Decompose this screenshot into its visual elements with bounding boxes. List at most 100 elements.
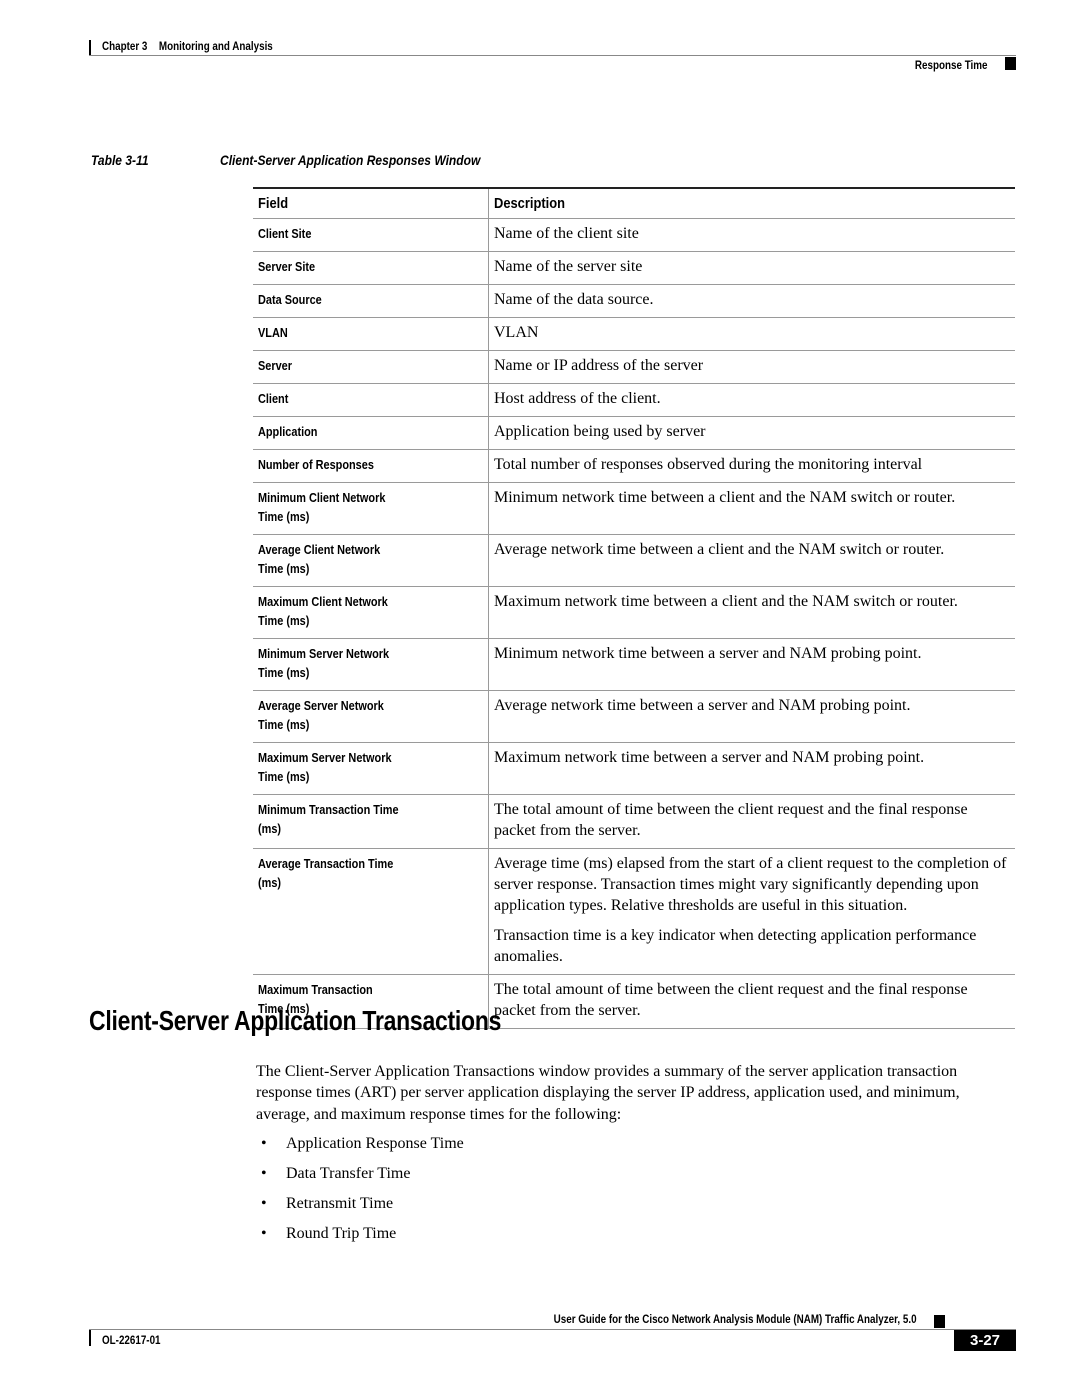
field-name: Minimum Client Network Time (ms) [258,490,386,524]
column-header-description: Description [488,187,1015,219]
bullet-text: Round Trip Time [286,1225,397,1242]
table-caption: Table 3-11 Client-Server Application Resp… [91,152,480,168]
description-text: Average network time between a server an… [494,697,911,714]
table-body: Client Site Name of the client site Server… [253,218,1015,1029]
field-name: Application [258,424,318,439]
description-text: Application being used by server [494,423,706,440]
description-cell: Average network time between a server an… [488,690,1015,743]
description-text: Average network time between a client an… [494,541,945,558]
field-name: Maximum Server Network Time (ms) [258,750,392,784]
description-text: Name or IP address of the server [494,357,704,374]
description-cell: Host address of the client. [488,383,1015,417]
table-row: Client Site Name of the client site [253,218,1015,252]
description-cell: VLAN [488,317,1015,351]
description-text: Name of the server site [494,258,643,275]
description-cell: Average time (ms) elapsed from the start… [488,848,1015,975]
field-cell: Minimum Server Network Time (ms) [253,638,489,691]
running-header-chapter: Chapter 3 Monitoring and Analysis [102,39,273,53]
header-bar-marker [89,40,91,56]
bullet-list: • Application Response Time • Data Transfer… [256,1133,464,1253]
bullet-item: • Data Transfer Time [256,1163,464,1193]
description-text: Name of the data source. [494,291,654,308]
description-cell: Application being used by server [488,416,1015,450]
description-text: VLAN [494,324,539,341]
table-row: Maximum Server Network Time (ms) Maximum … [253,742,1015,795]
description-text: The total amount of time between the cli… [494,981,968,1019]
description-cell: Name of the data source. [488,284,1015,318]
table-row: Server Name or IP address of the server [253,350,1015,384]
table-row: Client Host address of the client. [253,383,1015,417]
bullet-item: • Retransmit Time [256,1193,464,1223]
field-cell: Maximum Server Network Time (ms) [253,742,489,795]
chapter-label: Chapter 3 [102,39,148,53]
field-name: Number of Responses [258,457,374,472]
field-cell: Client Site [253,218,489,252]
fields-table: Field Description Client Site Name of the… [253,187,1015,1029]
footer-rule [89,1329,1016,1330]
running-header-section: Response Time [914,58,987,72]
description-text: Maximum network time between a client an… [494,593,958,610]
description-cell: Minimum network time between a server an… [488,638,1015,691]
field-name: Minimum Server Network Time (ms) [258,646,390,680]
table-row: Average Client Network Time (ms) Average … [253,534,1015,587]
field-cell: Server Site [253,251,489,285]
field-cell: Minimum Transaction Time (ms) [253,794,489,849]
table-header-row: Field Description [253,187,1015,219]
description-cell: Name of the client site [488,218,1015,252]
footer-guide-title: User Guide for the Cisco Network Analysi… [554,1312,917,1326]
description-text: Total number of responses observed durin… [494,456,923,473]
bullet-icon: • [261,1135,267,1152]
header-square-marker [1005,57,1016,70]
table-row: Number of Responses Total number of respo… [253,449,1015,483]
footer-bar-marker [89,1330,91,1346]
field-cell: Minimum Client Network Time (ms) [253,482,489,535]
field-cell: Maximum Client Network Time (ms) [253,586,489,639]
bullet-item: • Round Trip Time [256,1223,464,1253]
field-name: Data Source [258,292,322,307]
field-cell: Server [253,350,489,384]
description-text: Minimum network time between a server an… [494,645,922,662]
table-row: VLAN VLAN [253,317,1015,351]
section-paragraph: The Client-Server Application Transactio… [256,1063,960,1123]
description-text: Average time (ms) elapsed from the start… [494,855,1007,914]
field-name: Server Site [258,259,316,274]
table-row: Minimum Transaction Time (ms) The total a… [253,794,1015,849]
bullet-text: Application Response Time [286,1135,464,1152]
table-row: Average Transaction Time (ms) Average tim… [253,848,1015,975]
bullet-icon: • [261,1165,267,1182]
bullet-text: Retransmit Time [286,1195,394,1212]
field-cell: Average Server Network Time (ms) [253,690,489,743]
table-row: Minimum Client Network Time (ms) Minimum … [253,482,1015,535]
description-cell: Maximum network time between a client an… [488,586,1015,639]
field-cell: Average Client Network Time (ms) [253,534,489,587]
field-name: Minimum Transaction Time (ms) [258,802,399,836]
table-title: Client-Server Application Responses Wind… [220,152,481,168]
header-rule [89,55,1016,56]
chapter-title: Monitoring and Analysis [158,39,273,53]
field-cell: VLAN [253,317,489,351]
footer-doc-number: OL-22617-01 [102,1333,161,1347]
description-cell: Minimum network time between a client an… [488,482,1015,535]
field-cell: Client [253,383,489,417]
description-cell: Total number of responses observed durin… [488,449,1015,483]
bullet-text: Data Transfer Time [286,1165,411,1182]
field-name: Client Site [258,226,312,241]
section-heading: Client-Server Application Transactions [89,1005,502,1036]
description-cell: The total amount of time between the cli… [488,794,1015,849]
field-cell: Data Source [253,284,489,318]
description-cell: Name or IP address of the server [488,350,1015,384]
bullet-icon: • [261,1225,267,1242]
field-cell: Average Transaction Time (ms) [253,848,489,975]
table-row: Maximum Client Network Time (ms) Maximum … [253,586,1015,639]
field-name: Maximum Client Network Time (ms) [258,594,388,628]
description-text: Name of the client site [494,225,639,242]
table-row: Application Application being used by ser… [253,416,1015,450]
description-cell: Average network time between a client an… [488,534,1015,587]
field-name: Average Client Network Time (ms) [258,542,381,576]
field-name: Average Transaction Time (ms) [258,856,394,890]
field-name: Average Server Network Time (ms) [258,698,384,732]
field-name: Client [258,391,289,406]
field-name: Server [258,358,293,373]
table-row: Average Server Network Time (ms) Average … [253,690,1015,743]
field-cell: Application [253,416,489,450]
